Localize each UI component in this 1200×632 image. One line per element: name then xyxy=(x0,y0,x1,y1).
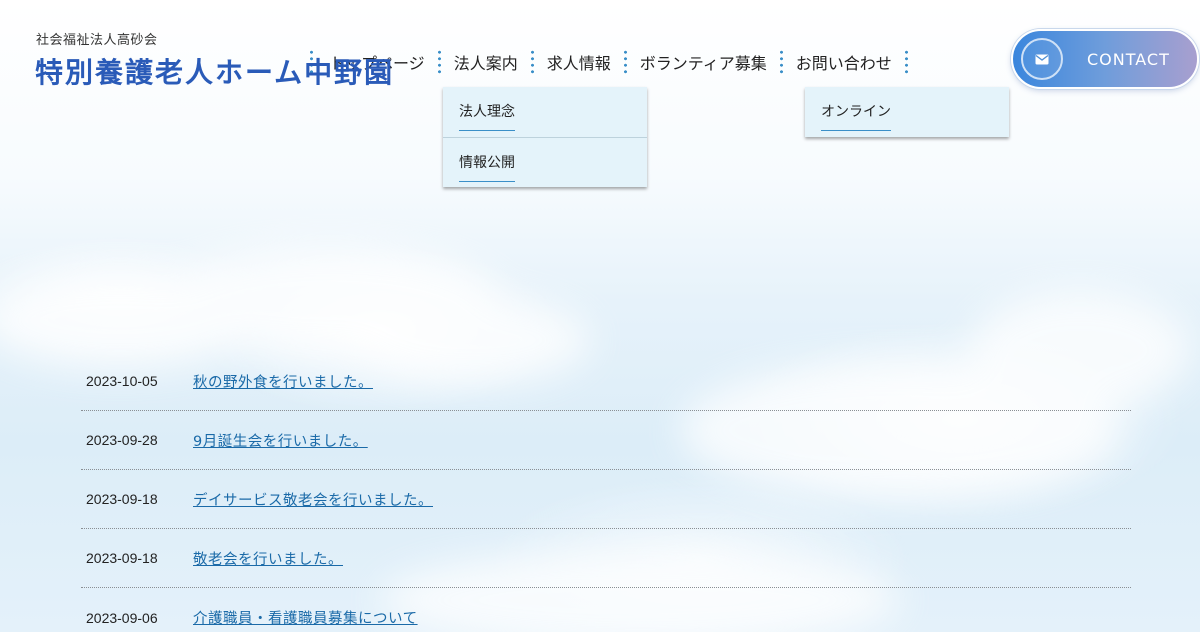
news-list: 2023-10-05 秋の野外食を行いました。 2023-09-28 9月誕生会… xyxy=(81,352,1131,632)
list-item: 2023-09-28 9月誕生会を行いました。 xyxy=(81,411,1131,470)
dropdown-item-philosophy[interactable]: 法人理念 xyxy=(443,87,647,137)
inquiry-dropdown: オンライン xyxy=(805,87,1009,137)
contact-button[interactable]: CONTACT xyxy=(1011,29,1199,89)
news-link[interactable]: デイサービス敬老会を行いました。 xyxy=(193,489,433,510)
dropdown-item-online[interactable]: オンライン xyxy=(805,87,1009,137)
news-date: 2023-09-28 xyxy=(86,432,158,448)
envelope-icon xyxy=(1021,38,1063,80)
news-link[interactable]: 9月誕生会を行いました。 xyxy=(193,430,368,451)
site-title[interactable]: 特別養護老人ホーム中野園 xyxy=(35,51,394,91)
news-date: 2023-10-05 xyxy=(86,373,158,389)
dropdown-item-label: オンライン xyxy=(821,101,891,131)
nav-separator xyxy=(904,49,908,75)
dropdown-item-label: 情報公開 xyxy=(459,152,515,182)
nav-item-recruit[interactable]: 求人情報 xyxy=(534,46,624,78)
news-date: 2023-09-18 xyxy=(86,491,158,507)
list-item: 2023-09-06 介護職員・看護職員募集について xyxy=(81,588,1131,632)
organization-subtitle: 社会福祉法人高砂会 xyxy=(36,33,158,48)
list-item: 2023-09-18 敬老会を行いました。 xyxy=(81,529,1131,588)
list-item: 2023-10-05 秋の野外食を行いました。 xyxy=(81,352,1131,411)
news-date: 2023-09-18 xyxy=(86,550,158,566)
dropdown-item-disclosure[interactable]: 情報公開 xyxy=(443,137,647,187)
corporate-dropdown: 法人理念 情報公開 xyxy=(443,87,647,187)
nav-item-inquiry[interactable]: お問い合わせ xyxy=(783,46,905,78)
news-link[interactable]: 敬老会を行いました。 xyxy=(193,548,343,569)
list-item: 2023-09-18 デイサービス敬老会を行いました。 xyxy=(81,470,1131,529)
nav-item-corporate[interactable]: 法人案内 xyxy=(441,46,531,78)
news-link[interactable]: 秋の野外食を行いました。 xyxy=(193,371,373,392)
nav-item-volunteer[interactable]: ボランティア募集 xyxy=(627,46,780,78)
news-date: 2023-09-06 xyxy=(86,609,158,626)
main-nav: トップページ 法人案内 求人情報 ボランティア募集 お問い合わせ xyxy=(310,46,908,78)
contact-button-label: CONTACT xyxy=(1087,49,1170,69)
news-link[interactable]: 介護職員・看護職員募集について xyxy=(193,607,418,628)
dropdown-item-label: 法人理念 xyxy=(459,101,515,131)
